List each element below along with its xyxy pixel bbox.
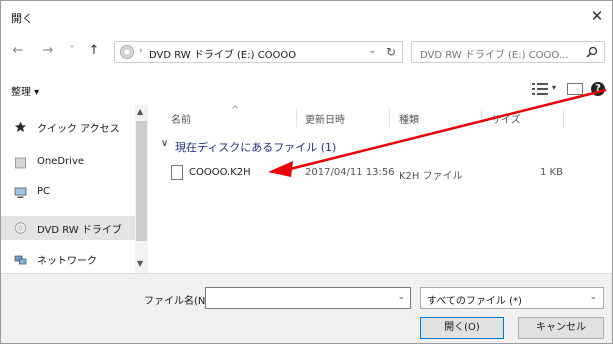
network-icon xyxy=(14,255,27,265)
onedrive-icon xyxy=(15,157,26,169)
filename-label: ファイル名(N): xyxy=(144,296,213,307)
search-placeholder: DVD RW ドライブ (E:) COOO... xyxy=(420,50,569,61)
file-type-dropdown-icon[interactable]: ⌄ xyxy=(589,292,597,302)
file-size: 1 KB xyxy=(540,167,563,178)
open-file-dialog: 開く ✕ ← → ˅ ↑ › DVD RW ドライブ (E:) COOOO ⌄ … xyxy=(0,0,613,344)
file-modified: 2017/04/11 13:56 xyxy=(305,167,395,178)
pc-icon xyxy=(14,187,27,198)
filename-input[interactable]: ⌄ xyxy=(205,287,411,309)
close-button[interactable]: ✕ xyxy=(586,5,608,27)
dialog-footer: ファイル名(N): ⌄ すべてのファイル (*) ⌄ 開く(O) キャンセル xyxy=(1,273,612,343)
cancel-button[interactable]: キャンセル xyxy=(518,317,604,339)
sidebar-item-label: DVD RW ドライブ xyxy=(37,225,122,236)
open-button[interactable]: 開く(O) xyxy=(420,317,504,339)
file-list-pane: ^ 名前 更新日時 種類 サイズ ∨ 現在ディスクにあるファイル (1) COO… xyxy=(151,105,612,273)
column-divider[interactable] xyxy=(563,109,564,127)
scroll-down-icon[interactable]: ▼ xyxy=(137,259,143,268)
breadcrumb-current[interactable]: DVD RW ドライブ (E:) COOOO xyxy=(149,46,296,61)
file-row[interactable]: COOOO.K2H 2017/04/11 13:56 K2H ファイル 1 KB xyxy=(167,163,597,185)
file-icon xyxy=(171,165,183,180)
dvd-drive-icon xyxy=(120,45,134,59)
address-row: ← → ˅ ↑ › DVD RW ドライブ (E:) COOOO ⌄ ↻ DVD… xyxy=(1,37,612,67)
sidebar-item-pc[interactable]: PC xyxy=(1,181,135,205)
dvd-icon xyxy=(14,222,27,234)
column-divider[interactable] xyxy=(389,109,390,127)
sidebar-item-quick-access[interactable]: クイック アクセス xyxy=(1,115,135,139)
address-bar[interactable]: › DVD RW ドライブ (E:) COOOO ⌄ ↻ xyxy=(114,41,403,63)
search-box[interactable]: DVD RW ドライブ (E:) COOO... xyxy=(411,41,605,63)
help-icon[interactable]: ? xyxy=(591,82,605,96)
column-header-size[interactable]: サイズ xyxy=(491,111,521,126)
scroll-up-icon[interactable]: ▲ xyxy=(137,107,143,116)
view-dropdown-icon[interactable]: ▾ xyxy=(552,83,556,92)
view-options-icon[interactable] xyxy=(532,83,548,95)
command-toolbar: 整理 ▾ ▾ ? xyxy=(1,77,612,103)
sidebar-item-label: PC xyxy=(37,186,51,197)
group-collapse-chevron-icon[interactable]: ∨ xyxy=(161,138,168,149)
navigation-pane: クイック アクセス OneDrive PC DVD RW ドライブ ネットワーク… xyxy=(1,105,148,273)
sidebar-item-onedrive[interactable]: OneDrive xyxy=(1,151,135,175)
sort-ascending-icon: ^ xyxy=(231,105,240,116)
column-header-name[interactable]: 名前 xyxy=(171,111,191,126)
title-bar: 開く ✕ xyxy=(1,1,612,31)
sidebar-item-label: クイック アクセス xyxy=(37,124,120,135)
scroll-thumb[interactable] xyxy=(136,121,147,241)
column-header-type[interactable]: 種類 xyxy=(399,111,419,126)
organize-menu[interactable]: 整理 ▾ xyxy=(11,83,39,98)
sidebar-item-label: ネットワーク xyxy=(37,256,97,267)
recent-locations-chevron-icon[interactable]: ˅ xyxy=(65,43,79,59)
breadcrumb-separator-icon[interactable]: › xyxy=(139,46,143,56)
column-divider[interactable] xyxy=(481,109,482,127)
forward-arrow-icon[interactable]: → xyxy=(41,43,55,59)
sidebar-item-network[interactable]: ネットワーク xyxy=(1,247,135,271)
navigation-scrollbar[interactable]: ▲ ▼ xyxy=(135,105,148,273)
address-dropdown-icon[interactable]: ⌄ xyxy=(368,46,376,56)
file-type: K2H ファイル xyxy=(399,171,463,182)
dialog-title: 開く xyxy=(11,12,33,25)
file-name[interactable]: COOOO.K2H xyxy=(189,167,251,178)
star-icon xyxy=(14,121,27,132)
file-type-select[interactable]: すべてのファイル (*) ⌄ xyxy=(420,287,604,309)
group-header[interactable]: 現在ディスクにあるファイル (1) xyxy=(175,139,336,155)
sidebar-item-label: OneDrive xyxy=(37,156,85,167)
up-arrow-icon[interactable]: ↑ xyxy=(87,43,101,59)
file-type-value: すべてのファイル (*) xyxy=(427,296,522,307)
refresh-icon[interactable]: ↻ xyxy=(386,45,396,59)
preview-pane-icon[interactable] xyxy=(567,83,583,95)
search-icon[interactable] xyxy=(586,46,598,58)
filename-dropdown-icon[interactable]: ⌄ xyxy=(397,292,405,302)
sidebar-item-dvd-drive[interactable]: DVD RW ドライブ xyxy=(1,216,135,240)
column-header-modified[interactable]: 更新日時 xyxy=(305,111,345,126)
back-arrow-icon[interactable]: ← xyxy=(11,43,25,59)
column-divider[interactable] xyxy=(296,109,297,127)
